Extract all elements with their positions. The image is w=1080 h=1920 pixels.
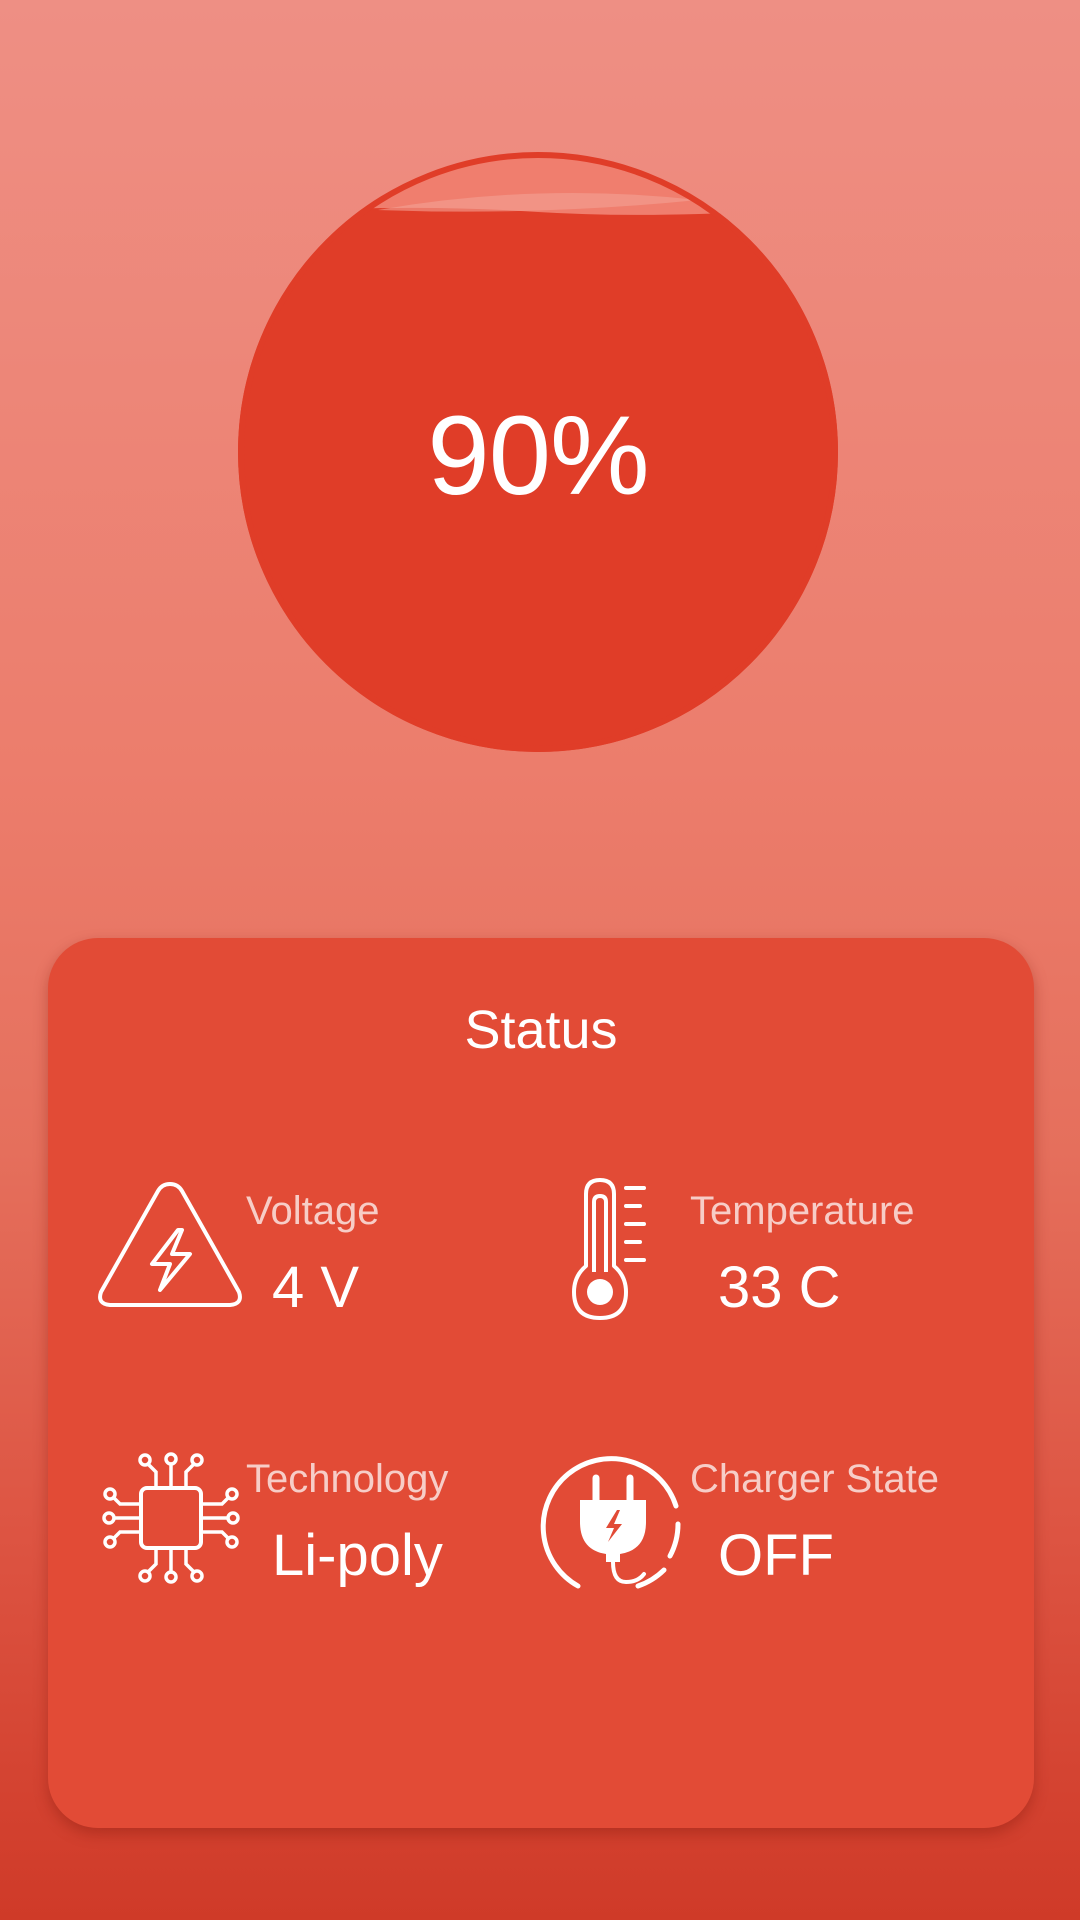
status-title: Status bbox=[464, 1000, 618, 1060]
chip-icon bbox=[102, 1452, 240, 1584]
charger-plug-icon bbox=[540, 1456, 681, 1589]
technology-value: Li-poly bbox=[272, 1523, 443, 1588]
high-voltage-icon bbox=[98, 1182, 242, 1307]
voltage-value: 4 V bbox=[272, 1255, 360, 1320]
voltage-label: Voltage bbox=[246, 1189, 380, 1233]
temperature-label: Temperature bbox=[690, 1189, 915, 1233]
technology-label: Technology bbox=[246, 1457, 449, 1501]
battery-percentage: 90% bbox=[427, 393, 649, 518]
status-card: Status Voltage 4 V Temperature 33 C Tech… bbox=[48, 938, 1034, 1828]
charger-state-label: Charger State bbox=[690, 1457, 940, 1501]
charger-state-value: OFF bbox=[718, 1523, 834, 1588]
thermometer-icon bbox=[572, 1178, 646, 1320]
battery-level-gauge: 90% bbox=[238, 152, 838, 752]
temperature-value: 33 C bbox=[718, 1255, 841, 1320]
